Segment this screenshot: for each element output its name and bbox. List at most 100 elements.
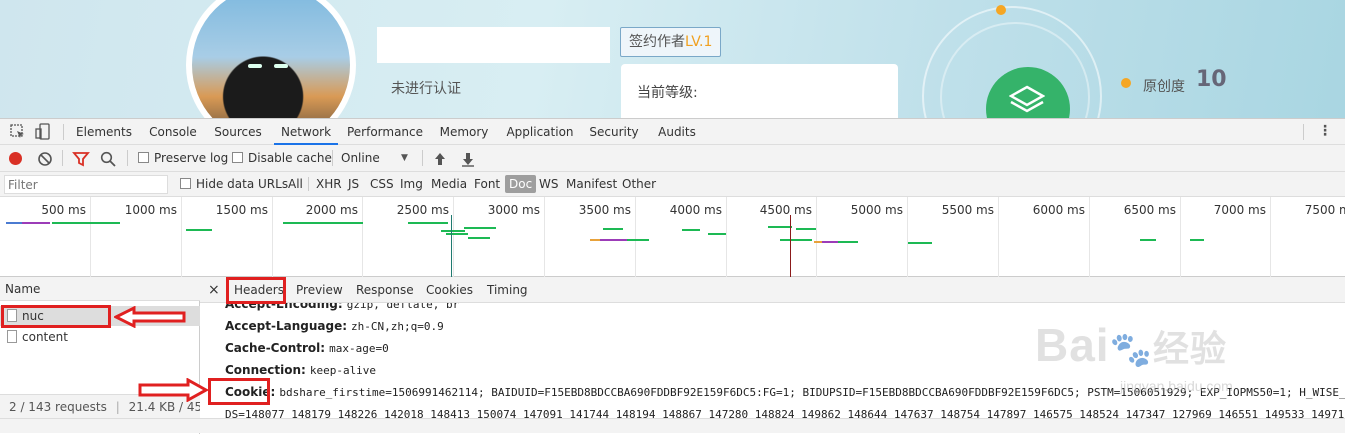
search-icon[interactable] (99, 150, 117, 168)
header-key: Accept-Encoding: (225, 303, 343, 311)
annotation-arrow-right (138, 378, 208, 402)
timeline-gridline (998, 197, 999, 277)
filter-type-media[interactable]: Media (431, 172, 467, 196)
document-icon (7, 330, 17, 343)
devtools-bottom-strip (0, 418, 1345, 433)
waterfall-bar (600, 239, 628, 241)
preserve-log-checkbox[interactable]: Preserve log (138, 145, 228, 172)
tab-sources[interactable]: Sources (210, 119, 266, 145)
waterfall-bar (408, 222, 448, 224)
filter-type-manifest[interactable]: Manifest (566, 172, 617, 196)
disable-cache-label: Disable cache (248, 151, 332, 165)
filter-input[interactable] (4, 175, 168, 194)
request-row-content[interactable]: content (0, 327, 200, 347)
device-toolbar-icon[interactable] (34, 123, 52, 141)
timeline-gridline (453, 197, 454, 277)
disable-cache-checkbox[interactable]: Disable cache (232, 145, 332, 172)
network-toolbar: Preserve log Disable cache Online ▼ (0, 145, 1345, 172)
header-value: max-age=0 (329, 342, 389, 355)
filter-type-xhr[interactable]: XHR (316, 172, 342, 196)
waterfall-bar (796, 228, 816, 230)
watermark-url: jingyan.baidu.com (1120, 378, 1233, 394)
network-overview-timeline[interactable]: 500 ms 1000 ms 1500 ms 2000 ms 2500 ms 3000 m… (0, 197, 1345, 277)
checkbox-box[interactable] (180, 178, 191, 189)
export-har-icon[interactable] (459, 150, 477, 168)
tab-cookies[interactable]: Cookies (426, 277, 473, 303)
checkbox-box[interactable] (138, 152, 149, 163)
level-label: 当前等级: (637, 85, 698, 101)
layers-icon (1009, 85, 1045, 113)
clear-icon[interactable] (36, 150, 54, 168)
filter-type-js[interactable]: JS (348, 172, 359, 196)
tab-timing[interactable]: Timing (487, 277, 528, 303)
waterfall-bar (186, 229, 212, 231)
waterfall-bar (283, 222, 363, 224)
waterfall-bar (908, 242, 932, 244)
tab-security[interactable]: Security (588, 119, 640, 145)
dom-content-loaded-line (451, 215, 452, 277)
verification-status: 未进行认证 (391, 81, 461, 97)
timeline-tick-label: 6500 ms (1123, 203, 1176, 217)
hide-data-urls-label: Hide data URLs (196, 177, 289, 191)
user-avatar[interactable] (186, 0, 356, 118)
name-column-header[interactable]: Name (0, 277, 200, 301)
filter-type-doc[interactable]: Doc (505, 175, 537, 193)
filter-type-other[interactable]: Other (622, 172, 656, 196)
devtools-tab-bar: Elements Console Sources Network Perform… (0, 119, 1345, 145)
filter-type-img[interactable]: Img (400, 172, 423, 196)
transfer-size: 21.4 KB / 45.4 K (128, 400, 200, 414)
waterfall-bar (1140, 239, 1156, 241)
tab-console[interactable]: Console (144, 119, 202, 145)
header-value: zh-CN,zh;q=0.9 (351, 320, 444, 333)
filter-type-font[interactable]: Font (474, 172, 500, 196)
originality-value: 10 (1196, 67, 1227, 92)
watermark-logo: Bai🐾经验 (1035, 318, 1227, 372)
import-har-icon[interactable] (431, 150, 449, 168)
username-box (377, 27, 610, 63)
hide-data-urls-checkbox[interactable]: Hide data URLs (180, 172, 288, 196)
author-badge[interactable]: 签约作者LV.1 (620, 27, 722, 57)
checkbox-box[interactable] (232, 152, 243, 163)
waterfall-bar (822, 241, 838, 243)
header-row: Cache-Control: max-age=0 (225, 341, 389, 355)
throttling-select[interactable]: Online ▼ (341, 145, 413, 172)
waterfall-bar (468, 237, 490, 239)
tab-memory[interactable]: Memory (436, 119, 492, 145)
more-options-icon[interactable]: ⋮ (1318, 123, 1332, 140)
timeline-tick-label: 4500 ms (759, 203, 812, 217)
waterfall-bar (682, 229, 700, 231)
timeline-tick-label: 1000 ms (124, 203, 177, 217)
author-level: LV.1 (685, 34, 713, 50)
filter-type-all[interactable]: All (288, 172, 303, 196)
timeline-gridline (816, 197, 817, 277)
filter-bar: Hide data URLs All XHR JS CSS Img Media … (0, 172, 1345, 197)
timeline-tick-label: 3500 ms (578, 203, 631, 217)
waterfall-bar (441, 230, 465, 232)
filter-icon[interactable] (72, 150, 90, 168)
level-card: 当前等级: (621, 64, 898, 118)
tab-preview[interactable]: Preview (296, 277, 343, 303)
tab-performance[interactable]: Performance (346, 119, 424, 145)
record-icon[interactable] (9, 152, 22, 165)
tab-application[interactable]: Application (504, 119, 576, 145)
annotation-box-nuc (1, 305, 111, 328)
divider (422, 150, 423, 166)
close-icon[interactable]: × (208, 277, 220, 303)
tab-network[interactable]: Network (274, 119, 338, 145)
tab-audits[interactable]: Audits (654, 119, 700, 145)
filter-type-css[interactable]: CSS (370, 172, 394, 196)
filter-type-ws[interactable]: WS (539, 172, 558, 196)
divider (62, 150, 63, 166)
decor-dot (996, 5, 1006, 15)
tab-response[interactable]: Response (356, 277, 414, 303)
chevron-down-icon: ▼ (401, 153, 408, 163)
header-row: Accept-Language: zh-CN,zh;q=0.9 (225, 319, 444, 333)
timeline-tick-label: 7000 ms (1213, 203, 1266, 217)
waterfall-bar (768, 226, 792, 228)
header-key: Accept-Language: (225, 319, 348, 333)
waterfall-bar (1190, 239, 1204, 241)
waterfall-bar (838, 241, 858, 243)
inspect-element-icon[interactable] (9, 123, 27, 141)
timeline-tick-label: 7500 ms (1304, 203, 1345, 217)
tab-elements[interactable]: Elements (74, 119, 134, 145)
